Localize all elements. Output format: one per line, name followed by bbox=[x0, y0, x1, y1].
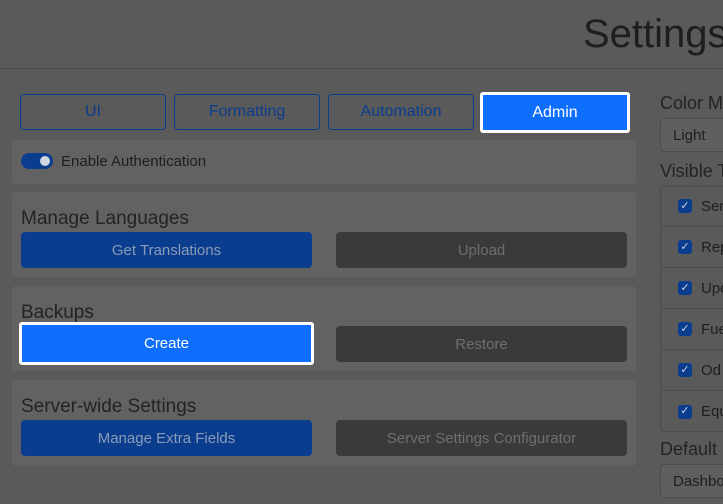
tab-admin[interactable]: Admin bbox=[480, 92, 630, 133]
visible-tab-item[interactable]: ✓ Equ bbox=[660, 391, 723, 432]
visible-tabs-label: Visible T bbox=[660, 161, 723, 181]
checkbox-checked-icon[interactable]: ✓ bbox=[678, 322, 692, 336]
color-mode-select[interactable]: Light bbox=[660, 118, 723, 152]
toggle-knob bbox=[40, 156, 50, 166]
upload-button[interactable]: Upload bbox=[336, 232, 627, 268]
visible-tab-label: Rep bbox=[701, 238, 723, 256]
default-label: Default bbox=[660, 439, 718, 459]
page-title: Settings bbox=[583, 12, 723, 56]
get-translations-button[interactable]: Get Translations bbox=[21, 232, 312, 268]
visible-tab-label: Upc bbox=[701, 279, 723, 297]
visible-tab-item[interactable]: ✓ Fue bbox=[660, 309, 723, 350]
authentication-label: Enable Authentication bbox=[61, 153, 207, 170]
tab-ui[interactable]: UI bbox=[20, 94, 166, 130]
visible-tab-label: Equ bbox=[701, 403, 723, 420]
visible-tab-item[interactable]: ✓ Rep bbox=[660, 227, 723, 268]
title-divider bbox=[0, 68, 723, 69]
visible-tab-item[interactable]: ✓ Ser bbox=[660, 186, 723, 227]
visible-tab-label: Od bbox=[701, 361, 722, 379]
manage-extra-fields-button[interactable]: Manage Extra Fields bbox=[21, 420, 312, 456]
server-settings-configurator-button[interactable]: Server Settings Configurator bbox=[336, 420, 627, 456]
checkbox-checked-icon[interactable]: ✓ bbox=[678, 363, 692, 377]
checkbox-checked-icon[interactable]: ✓ bbox=[678, 281, 692, 295]
authentication-toggle[interactable] bbox=[21, 153, 53, 169]
languages-title: Manage Languages bbox=[21, 208, 189, 229]
restore-button[interactable]: Restore bbox=[336, 326, 627, 362]
default-select[interactable]: Dashbo bbox=[660, 464, 723, 498]
visible-tab-label: Ser bbox=[701, 197, 723, 215]
visible-tab-item[interactable]: ✓ Upc bbox=[660, 268, 723, 309]
create-backup-button[interactable]: Create bbox=[19, 322, 314, 365]
visible-tab-label: Fue bbox=[701, 320, 723, 338]
tab-automation[interactable]: Automation bbox=[328, 94, 474, 130]
checkbox-checked-icon[interactable]: ✓ bbox=[678, 240, 692, 254]
backups-title: Backups bbox=[21, 302, 94, 323]
tab-formatting[interactable]: Formatting bbox=[174, 94, 320, 130]
checkbox-checked-icon[interactable]: ✓ bbox=[678, 404, 692, 419]
visible-tab-item[interactable]: ✓ Od bbox=[660, 350, 723, 391]
checkbox-checked-icon[interactable]: ✓ bbox=[678, 199, 692, 213]
color-mode-label: Color M bbox=[660, 93, 723, 113]
server-settings-title: Server-wide Settings bbox=[21, 396, 197, 417]
